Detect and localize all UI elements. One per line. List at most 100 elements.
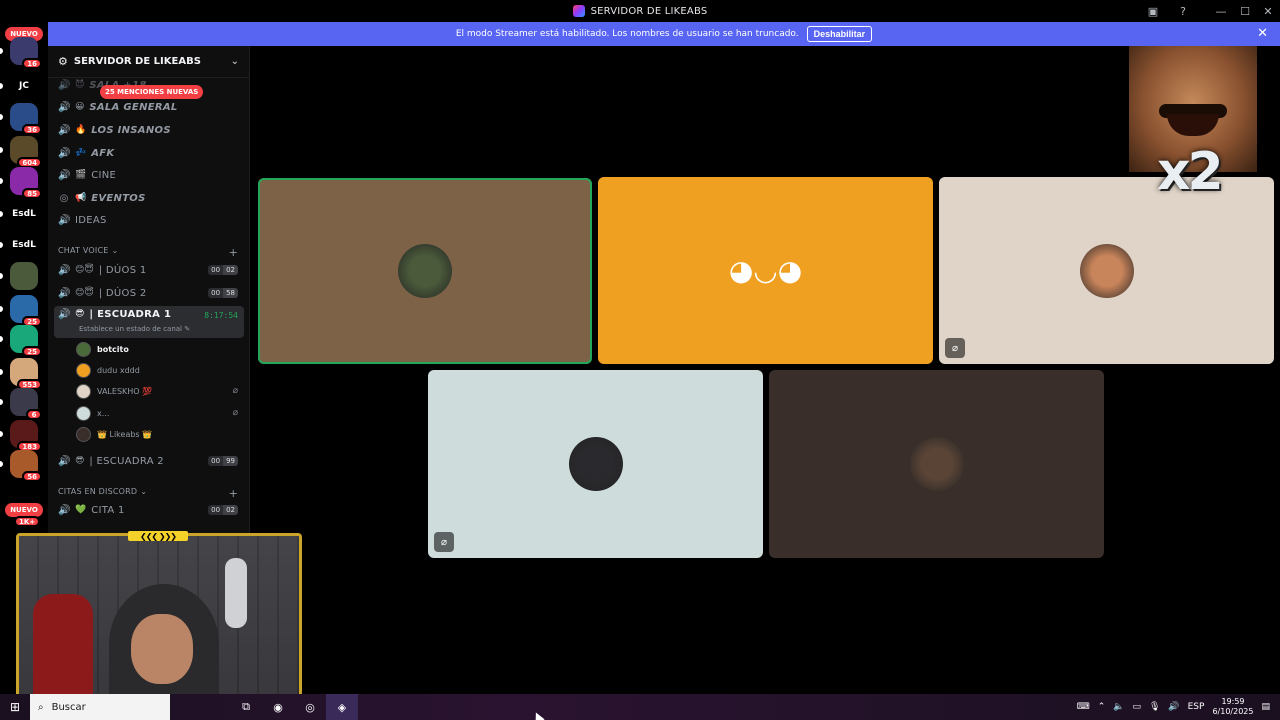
voice-member[interactable]: botcito (76, 339, 244, 359)
voice-channel[interactable]: 🔊 💤 AFK (54, 143, 244, 163)
server-label: EsdL (12, 240, 36, 250)
unread-badge: 16 (22, 58, 42, 69)
server-icon[interactable]: EsdL (10, 200, 38, 228)
user-limit: 00 02 (208, 505, 238, 515)
close-banner-icon[interactable]: ✕ (1257, 26, 1268, 41)
unread-pill (0, 178, 3, 184)
speaker-icon: 🔊 (58, 79, 71, 91)
participant-tile[interactable] (769, 370, 1104, 558)
new-badge-bottom[interactable]: NUEVO (5, 503, 43, 517)
mic-tray-icon[interactable]: 🎙 (1149, 702, 1160, 712)
voice-channel[interactable]: 🔊 IDEAS (54, 210, 244, 230)
speaker-icon: 🔊 (58, 504, 71, 516)
channel-name: CITA 1 (91, 504, 125, 516)
obs-icon[interactable]: ◎ (294, 694, 326, 720)
channel-name: | ESCUADRA 1 (89, 309, 172, 320)
participant-tile[interactable]: ⌀ (428, 370, 763, 558)
task-view-icon[interactable]: ⧉ (230, 694, 262, 720)
participant-avatar (909, 437, 964, 491)
window-titlebar: SERVIDOR DE LIKEABS ▣ ? — ☐ ✕ (0, 0, 1280, 22)
maximize-button[interactable]: ☐ (1233, 0, 1257, 22)
chevron-up-icon[interactable]: ⌃ (1098, 702, 1106, 712)
app-root: SERVIDOR DE LIKEABS ▣ ? — ☐ ✕ El modo St… (0, 0, 1280, 720)
participant-avatar (398, 244, 452, 298)
server-icon[interactable]: 25 (10, 325, 42, 357)
multiplier-overlay: x2 (1157, 142, 1224, 202)
discord-taskbar-icon[interactable]: ◈ (326, 694, 358, 720)
participant-tile[interactable] (258, 178, 592, 364)
keyboard-icon[interactable]: ⌨ (1077, 702, 1090, 712)
voice-channel[interactable]: 🔊 😀 SALA GENERAL (54, 97, 244, 117)
unread-pill (0, 399, 3, 405)
channel-emoji: 📢 (75, 193, 87, 203)
server-icon[interactable]: 604 (10, 136, 42, 168)
voice-channel-cita-1[interactable]: 🔊 💚 CITA 1 00 02 (54, 500, 244, 520)
avatar (76, 341, 91, 357)
server-icon[interactable]: 6 (10, 388, 42, 420)
clock[interactable]: 19:59 6/10/2025 (1212, 697, 1253, 717)
participant-tile[interactable]: ◕◡◕ (598, 177, 933, 364)
voice-channel-duos[interactable]: 🔊 😊😇 | DÚOS 1 00 02 (54, 260, 244, 280)
close-window-button[interactable]: ✕ (1256, 0, 1280, 22)
server-icon[interactable]: 16 (10, 37, 42, 69)
banner-message: El modo Streamer está habilitado. Los no… (455, 29, 799, 39)
channel-name: EVENTOS (91, 192, 146, 204)
voice-member[interactable]: x... ⌀ (76, 403, 244, 423)
language-indicator[interactable]: ESP (1188, 702, 1205, 712)
server-icon[interactable]: 25 (10, 295, 42, 327)
server-icon[interactable]: 183 (10, 420, 42, 452)
server-icon[interactable]: JC (10, 72, 38, 100)
help-icon[interactable]: ? (1171, 0, 1195, 22)
participant-tile[interactable]: ⌀ (939, 177, 1274, 364)
voice-channel[interactable]: 🔊 🔥 LOS INSANOS (54, 120, 244, 140)
voice-channel-escuadra-1[interactable]: 🔊 😎 | ESCUADRA 1 8:17:54 Establece un es… (54, 306, 244, 338)
server-icon[interactable] (10, 262, 38, 290)
start-button[interactable]: ⊞ (0, 694, 30, 720)
unread-pill (0, 461, 3, 467)
notifications-icon[interactable]: ▤ (1261, 702, 1270, 712)
channel-name: CINE (91, 169, 117, 181)
mentions-pill[interactable]: 25 MENCIONES NUEVAS (100, 85, 204, 99)
voice-channel[interactable]: ◎ 📢 EVENTOS (54, 188, 244, 208)
taskbar-search[interactable]: ⌕ Buscar (30, 694, 170, 720)
server-label: JC (19, 81, 29, 91)
voice-channel[interactable]: 🔊 🎬 CINE (54, 165, 244, 185)
member-name: dudu xddd (97, 365, 140, 375)
add-channel-icon[interactable]: + (229, 246, 238, 259)
server-icon[interactable]: 85 (10, 167, 42, 199)
volume-icon[interactable]: 🔈 (1113, 702, 1124, 712)
stage-icon: ◎ (59, 192, 69, 204)
voice-channel-escuadra-2[interactable]: 🔊 😎 | ESCUADRA 2 00 99 (54, 451, 244, 471)
disable-streamer-button[interactable]: Deshabilitar (806, 26, 873, 42)
member-name: 👑 Likeabs 👑 (97, 429, 153, 439)
unread-pill (0, 211, 3, 217)
channel-name: IDEAS (75, 214, 107, 226)
voice-member[interactable]: VALESKHO 💯 ⌀ (76, 381, 244, 401)
inbox-icon[interactable]: ▣ (1141, 0, 1165, 22)
server-header[interactable]: ⚙ SERVIDOR DE LIKEABS ⌄ (48, 46, 249, 78)
chrome-icon[interactable]: ◉ (262, 694, 294, 720)
server-icon[interactable]: 553 (10, 358, 42, 390)
app-logo-icon (572, 5, 585, 17)
category-chat-voice[interactable]: CHAT VOICE ⌄ + (58, 246, 238, 259)
unread-pill (0, 306, 3, 312)
speaker-tray-icon[interactable]: 🔊 (1168, 702, 1179, 712)
server-icon[interactable]: 36 (10, 103, 42, 135)
channel-emoji: 😎 (75, 309, 85, 319)
network-icon[interactable]: ▭ (1132, 702, 1141, 712)
channel-icon: 🔊 (58, 214, 71, 226)
channel-emoji: 💤 (75, 148, 87, 158)
channel-status-hint[interactable]: Establece un estado de canal ✎ (79, 325, 190, 333)
channel-emoji: 😊😇 (75, 288, 94, 298)
voice-channel-duos[interactable]: 🔊 😊😇 | DÚOS 2 00 58 (54, 283, 244, 303)
minimize-button[interactable]: — (1209, 0, 1233, 22)
voice-member[interactable]: 👑 Likeabs 👑 (76, 424, 244, 444)
category-citas[interactable]: CITAS EN DISCORD ⌄ + (58, 487, 238, 500)
server-icon[interactable]: 56 (10, 450, 42, 482)
channel-emoji: 😈 (75, 80, 85, 90)
clock-time: 19:59 (1221, 697, 1245, 706)
server-icon[interactable]: EsdL (10, 231, 38, 259)
voice-member[interactable]: dudu xddd (76, 360, 244, 380)
speaker-icon: 🔊 (58, 169, 71, 181)
add-channel-icon[interactable]: + (229, 487, 238, 500)
